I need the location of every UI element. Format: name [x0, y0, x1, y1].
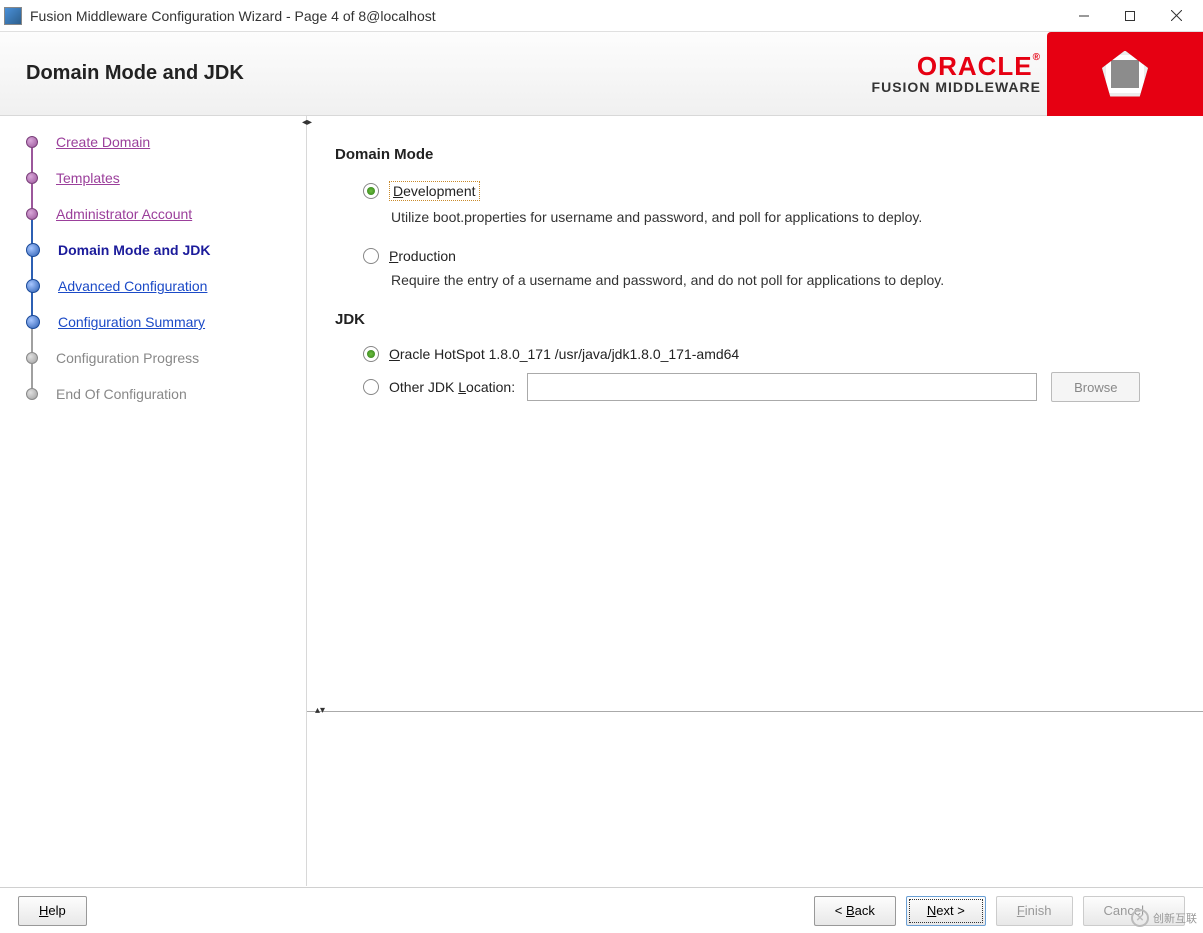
sidebar-collapse-grip[interactable]: ◂▸ [302, 116, 312, 128]
bottom-message-panel: ▴▾ [307, 711, 1203, 886]
step-label: Configuration Progress [56, 350, 199, 366]
browse-button[interactable]: Browse [1051, 372, 1140, 402]
brand-band [1047, 32, 1203, 116]
step-label: Templates [56, 170, 120, 186]
bottom-panel-collapse-grip[interactable]: ▴▾ [315, 704, 325, 716]
radio-jdk-other[interactable] [363, 379, 379, 395]
radio-production[interactable] [363, 248, 379, 264]
domain-mode-development-desc: Utilize boot.properties for username and… [391, 207, 1175, 228]
brand-block: ORACLE® FUSION MIDDLEWARE [872, 53, 1041, 95]
step-label: End Of Configuration [56, 386, 187, 402]
step-dot-icon [26, 208, 38, 220]
header: Domain Mode and JDK ORACLE® FUSION MIDDL… [0, 32, 1203, 116]
close-button[interactable] [1153, 2, 1199, 30]
sidebar-step-domain-mode-jdk[interactable]: Domain Mode and JDK [0, 232, 306, 268]
domain-mode-production-row[interactable]: Production [363, 248, 1175, 264]
window-controls [1061, 2, 1199, 30]
step-dot-icon [26, 136, 38, 148]
window-title: Fusion Middleware Configuration Wizard -… [30, 8, 1061, 24]
watermark: ✕ 创新互联 [1131, 909, 1197, 927]
step-label: Administrator Account [56, 206, 192, 222]
sidebar: Create Domain Templates Administrator Ac… [0, 116, 306, 886]
step-dot-icon [26, 388, 38, 400]
body-row: Create Domain Templates Administrator Ac… [0, 116, 1203, 886]
titlebar: Fusion Middleware Configuration Wizard -… [0, 0, 1203, 32]
sidebar-step-advanced-config[interactable]: Advanced Configuration [0, 268, 306, 304]
sidebar-step-templates[interactable]: Templates [0, 160, 306, 196]
domain-mode-production-desc: Require the entry of a username and pass… [391, 270, 1175, 291]
step-dot-icon [26, 243, 40, 257]
app-icon [4, 7, 22, 25]
minimize-button[interactable] [1061, 2, 1107, 30]
sidebar-step-config-progress: Configuration Progress [0, 340, 306, 376]
radio-label-production: Production [389, 248, 456, 264]
main-content: Domain Mode Development Utilize boot.pro… [307, 116, 1203, 711]
step-label: Domain Mode and JDK [58, 242, 210, 258]
radio-label-jdk-oracle: Oracle HotSpot 1.8.0_171 /usr/java/jdk1.… [389, 346, 739, 362]
section-title-domain-mode: Domain Mode [335, 146, 1175, 163]
page-title: Domain Mode and JDK [26, 62, 872, 85]
step-label: Create Domain [56, 134, 150, 150]
pentagon-icon [1102, 51, 1148, 97]
radio-jdk-oracle[interactable] [363, 346, 379, 362]
step-dot-icon [26, 315, 40, 329]
footer: Help < Back Next > Finish Cancel [0, 887, 1203, 933]
step-dot-icon [26, 172, 38, 184]
back-button[interactable]: < Back [814, 896, 896, 926]
finish-button: Finish [996, 896, 1073, 926]
sidebar-step-admin-account[interactable]: Administrator Account [0, 196, 306, 232]
step-label: Configuration Summary [58, 314, 205, 330]
step-label: Advanced Configuration [58, 278, 207, 294]
main-panel: ◂▸ Domain Mode Development Utilize boot.… [306, 116, 1203, 886]
domain-mode-development-row[interactable]: Development [363, 181, 1175, 201]
brand-oracle: ORACLE® [917, 53, 1041, 79]
next-button[interactable]: Next > [906, 896, 986, 926]
maximize-button[interactable] [1107, 2, 1153, 30]
section-title-jdk: JDK [335, 311, 1175, 328]
watermark-icon: ✕ [1131, 909, 1149, 927]
sidebar-step-config-summary[interactable]: Configuration Summary [0, 304, 306, 340]
watermark-text: 创新互联 [1153, 910, 1197, 926]
step-dot-icon [26, 352, 38, 364]
jdk-other-location-input[interactable] [527, 373, 1037, 401]
jdk-other-row[interactable]: Other JDK Location: Browse [363, 372, 1175, 402]
help-button[interactable]: Help [18, 896, 87, 926]
sidebar-step-create-domain[interactable]: Create Domain [0, 124, 306, 160]
jdk-oracle-row[interactable]: Oracle HotSpot 1.8.0_171 /usr/java/jdk1.… [363, 346, 1175, 362]
brand-subtitle: FUSION MIDDLEWARE [872, 79, 1041, 95]
radio-development[interactable] [363, 183, 379, 199]
radio-label-development: Development [389, 181, 480, 201]
radio-label-jdk-other: Other JDK Location: [389, 379, 515, 395]
sidebar-step-end-config: End Of Configuration [0, 376, 306, 412]
step-dot-icon [26, 279, 40, 293]
